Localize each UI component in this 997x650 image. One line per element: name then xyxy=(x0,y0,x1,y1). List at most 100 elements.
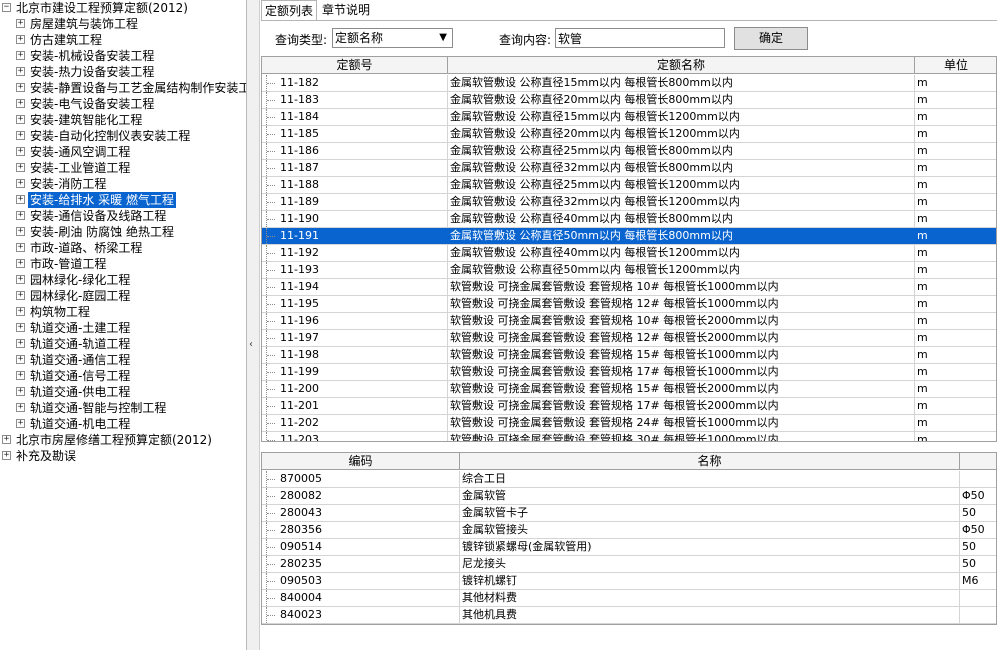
table-row[interactable]: 090514 镀锌锁紧螺母(金属软管用) 50 xyxy=(262,539,996,556)
expand-icon[interactable]: + xyxy=(16,403,25,412)
tree-item[interactable]: + 轨道交通-轨道工程 xyxy=(0,336,246,352)
expand-icon[interactable]: + xyxy=(16,83,25,92)
category-tree[interactable]: − 北京市建设工程预算定额(2012) + 房屋建筑与装饰工程 + 仿古建筑工程 + 安装-机… xyxy=(0,0,247,650)
tree-item[interactable]: + 市政-道路、桥梁工程 xyxy=(0,240,246,256)
table-row[interactable]: 11-186 金属软管敷设 公称直径25mm以内 每根管长800mm以内 m xyxy=(262,143,996,160)
expand-icon[interactable]: + xyxy=(2,451,11,460)
tree-item-root[interactable]: + 补充及勘误 xyxy=(0,448,246,464)
table-row[interactable]: 11-190 金属软管敷设 公称直径40mm以内 每根管长800mm以内 m xyxy=(262,211,996,228)
expand-icon[interactable]: + xyxy=(16,355,25,364)
tree-item[interactable]: + 安装-工业管道工程 xyxy=(0,160,246,176)
expand-icon[interactable]: + xyxy=(16,19,25,28)
tree-item[interactable]: + 房屋建筑与装饰工程 xyxy=(0,16,246,32)
tab-chapter-notes[interactable]: 章节说明 xyxy=(319,0,373,20)
tree-item[interactable]: + 轨道交通-信号工程 xyxy=(0,368,246,384)
expand-icon[interactable]: + xyxy=(16,307,25,316)
expand-icon[interactable]: + xyxy=(16,147,25,156)
tree-item[interactable]: + 园林绿化-庭园工程 xyxy=(0,288,246,304)
expand-icon[interactable]: + xyxy=(16,163,25,172)
tree-item[interactable]: + 仿古建筑工程 xyxy=(0,32,246,48)
tree-item[interactable]: + 安装-机械设备安装工程 xyxy=(0,48,246,64)
expand-icon[interactable]: + xyxy=(16,115,25,124)
tree-item[interactable]: + 安装-建筑智能化工程 xyxy=(0,112,246,128)
column-header[interactable]: 定额号 xyxy=(262,57,448,74)
table-row[interactable]: 11-183 金属软管敷设 公称直径20mm以内 每根管长800mm以内 m xyxy=(262,92,996,109)
expand-icon[interactable]: + xyxy=(16,227,25,236)
expand-icon[interactable]: + xyxy=(16,339,25,348)
expand-icon[interactable]: + xyxy=(2,435,11,444)
column-header[interactable] xyxy=(960,453,996,470)
table-row[interactable]: 090503 镀锌机螺钉 M6 xyxy=(262,573,996,590)
query-type-select[interactable]: 定额名称 ▼ xyxy=(332,28,453,48)
expand-icon[interactable]: + xyxy=(16,419,25,428)
tree-item[interactable]: + 市政-管道工程 xyxy=(0,256,246,272)
query-content-input[interactable] xyxy=(555,28,725,48)
table-row[interactable]: 11-182 金属软管敷设 公称直径15mm以内 每根管长800mm以内 m xyxy=(262,75,996,92)
table-row[interactable]: 11-203 软管敷设 可挠金属套管敷设 套管规格 30# 每根管长1000mm以… xyxy=(262,432,996,441)
confirm-button[interactable]: 确定 xyxy=(734,27,808,50)
table-row[interactable]: 11-194 软管敷设 可挠金属套管敷设 套管规格 10# 每根管长1000mm以… xyxy=(262,279,996,296)
expand-icon[interactable]: + xyxy=(16,275,25,284)
table-row[interactable]: 11-185 金属软管敷设 公称直径20mm以内 每根管长1200mm以内 m xyxy=(262,126,996,143)
table-row[interactable]: 870005 综合工日 xyxy=(262,471,996,488)
table-row[interactable]: 11-201 软管敷设 可挠金属套管敷设 套管规格 17# 每根管长2000mm以… xyxy=(262,398,996,415)
expand-icon[interactable]: + xyxy=(16,211,25,220)
expand-icon[interactable]: + xyxy=(16,179,25,188)
table-row[interactable]: 11-184 金属软管敷设 公称直径15mm以内 每根管长1200mm以内 m xyxy=(262,109,996,126)
collapse-arrow-icon[interactable]: ‹ xyxy=(249,339,253,350)
tree-item[interactable]: + 轨道交通-机电工程 xyxy=(0,416,246,432)
expand-icon[interactable]: + xyxy=(16,99,25,108)
expand-icon[interactable]: + xyxy=(16,35,25,44)
tree-item[interactable]: + 安装-电气设备安装工程 xyxy=(0,96,246,112)
tree-item[interactable]: + 安装-通信设备及线路工程 xyxy=(0,208,246,224)
expand-icon[interactable]: + xyxy=(16,259,25,268)
tree-item[interactable]: + 构筑物工程 xyxy=(0,304,246,320)
expand-icon[interactable]: + xyxy=(16,243,25,252)
table-row[interactable]: 11-195 软管敷设 可挠金属套管敷设 套管规格 12# 每根管长1000mm以… xyxy=(262,296,996,313)
table-row[interactable]: 280043 金属软管卡子 50 xyxy=(262,505,996,522)
tree-item[interactable]: + 轨道交通-通信工程 xyxy=(0,352,246,368)
column-header[interactable]: 名称 xyxy=(460,453,960,470)
tree-item[interactable]: + 安装-静置设备与工艺金属结构制作安装工 xyxy=(0,80,246,96)
table-row[interactable]: 11-193 金属软管敷设 公称直径50mm以内 每根管长1200mm以内 m xyxy=(262,262,996,279)
expand-icon[interactable]: + xyxy=(16,323,25,332)
tree-item[interactable]: + 安装-自动化控制仪表安装工程 xyxy=(0,128,246,144)
table-row[interactable]: 11-191 金属软管敷设 公称直径50mm以内 每根管长800mm以内 m xyxy=(262,228,996,245)
expand-icon[interactable]: + xyxy=(16,371,25,380)
column-header[interactable]: 单位 xyxy=(915,57,996,74)
expand-icon[interactable]: + xyxy=(16,51,25,60)
table-row[interactable]: 11-199 软管敷设 可挠金属套管敷设 套管规格 17# 每根管长1000mm以… xyxy=(262,364,996,381)
tree-item[interactable]: + 轨道交通-智能与控制工程 xyxy=(0,400,246,416)
table-row[interactable]: 11-197 软管敷设 可挠金属套管敷设 套管规格 12# 每根管长2000mm以… xyxy=(262,330,996,347)
tree-item[interactable]: + 安装-消防工程 xyxy=(0,176,246,192)
expand-icon[interactable]: + xyxy=(16,67,25,76)
column-header[interactable]: 定额名称 xyxy=(448,57,915,74)
table-row[interactable]: 11-187 金属软管敷设 公称直径32mm以内 每根管长800mm以内 m xyxy=(262,160,996,177)
expand-icon[interactable]: + xyxy=(16,131,25,140)
table-row[interactable]: 11-198 软管敷设 可挠金属套管敷设 套管规格 15# 每根管长1000mm以… xyxy=(262,347,996,364)
tree-item-root[interactable]: − 北京市建设工程预算定额(2012) xyxy=(0,0,246,16)
column-header[interactable]: 编码 xyxy=(262,453,460,470)
tree-item[interactable]: + 轨道交通-供电工程 xyxy=(0,384,246,400)
tab-quota-list[interactable]: 定额列表 xyxy=(261,0,318,20)
expand-icon[interactable]: + xyxy=(16,195,25,204)
table-row[interactable]: 840023 其他机具费 xyxy=(262,607,996,624)
table-row[interactable]: 11-188 金属软管敷设 公称直径25mm以内 每根管长1200mm以内 m xyxy=(262,177,996,194)
tree-item[interactable]: + 安装-刷油 防腐蚀 绝热工程 xyxy=(0,224,246,240)
tree-item[interactable]: + 安装-给排水 采暖 燃气工程 xyxy=(0,192,246,208)
resource-table[interactable]: 编码 名称 870005 综合工日 280082 金属软管 Φ50 280043 金属软管卡子 5… xyxy=(261,452,997,625)
tree-item[interactable]: + 园林绿化-绿化工程 xyxy=(0,272,246,288)
tree-item[interactable]: + 安装-通风空调工程 xyxy=(0,144,246,160)
table-row[interactable]: 280235 尼龙接头 50 xyxy=(262,556,996,573)
table-row[interactable]: 11-196 软管敷设 可挠金属套管敷设 套管规格 10# 每根管长2000mm以… xyxy=(262,313,996,330)
collapse-icon[interactable]: − xyxy=(2,3,11,12)
expand-icon[interactable]: + xyxy=(16,387,25,396)
table-row[interactable]: 280082 金属软管 Φ50 xyxy=(262,488,996,505)
quota-table[interactable]: 定额号 定额名称 单位 11-182 金属软管敷设 公称直径15mm以内 每根管长800… xyxy=(261,56,997,442)
expand-icon[interactable]: + xyxy=(16,291,25,300)
table-row[interactable]: 11-192 金属软管敷设 公称直径40mm以内 每根管长1200mm以内 m xyxy=(262,245,996,262)
table-row[interactable]: 280356 金属软管接头 Φ50 xyxy=(262,522,996,539)
table-row[interactable]: 11-200 软管敷设 可挠金属套管敷设 套管规格 15# 每根管长2000mm以… xyxy=(262,381,996,398)
table-row[interactable]: 11-202 软管敷设 可挠金属套管敷设 套管规格 24# 每根管长1000mm以… xyxy=(262,415,996,432)
tree-item[interactable]: + 轨道交通-土建工程 xyxy=(0,320,246,336)
